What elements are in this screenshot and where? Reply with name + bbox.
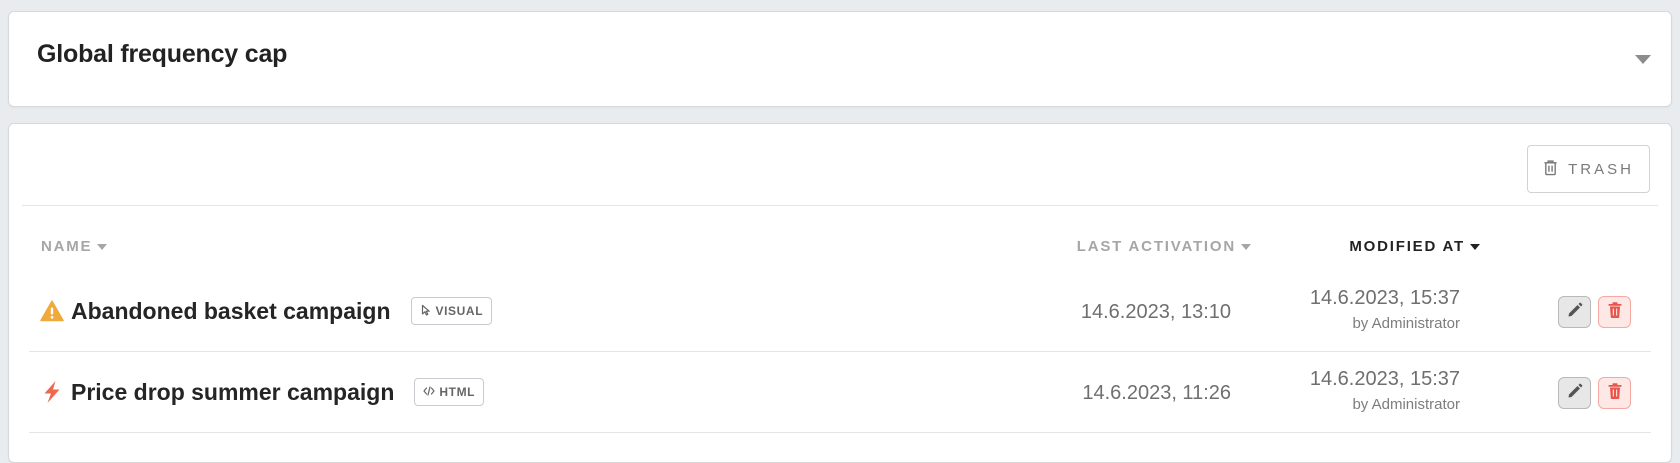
modified-at-cell: 14.6.2023, 15:37 by Administrator bbox=[1310, 368, 1460, 413]
toolbar-divider bbox=[22, 205, 1658, 206]
code-icon bbox=[423, 385, 435, 400]
trash-icon bbox=[1606, 301, 1624, 324]
trash-icon bbox=[1543, 159, 1558, 180]
cursor-icon bbox=[420, 304, 432, 319]
trash-icon bbox=[1606, 382, 1624, 405]
caret-down-icon bbox=[1470, 243, 1480, 250]
column-header-label: MODIFIED AT bbox=[1349, 238, 1465, 255]
row-name-cell: Price drop summer campaign HTML bbox=[40, 378, 485, 406]
edit-button[interactable] bbox=[1558, 377, 1591, 409]
last-activation-value: 14.6.2023, 11:26 bbox=[1082, 382, 1231, 404]
warning-icon bbox=[40, 299, 64, 323]
trash-button[interactable]: TRASH bbox=[1527, 145, 1650, 193]
column-header-label: NAME bbox=[41, 238, 93, 255]
column-header-name[interactable]: NAME bbox=[41, 238, 108, 255]
frequency-cap-panel[interactable]: Global frequency cap bbox=[8, 11, 1672, 107]
table-row[interactable]: Abandoned basket campaign VISUAL 14.6.20… bbox=[29, 271, 1651, 352]
lightning-icon bbox=[40, 380, 64, 404]
delete-button[interactable] bbox=[1598, 296, 1631, 328]
column-header-modified-at[interactable]: MODIFIED AT bbox=[1349, 238, 1480, 255]
campaign-type-badge: VISUAL bbox=[410, 297, 493, 325]
campaign-name-link[interactable]: Abandoned basket campaign bbox=[71, 298, 391, 325]
column-header-label: LAST ACTIVATION bbox=[1076, 238, 1236, 255]
caret-down-icon bbox=[1241, 243, 1251, 250]
trash-button-label: TRASH bbox=[1568, 160, 1634, 178]
campaign-type-label: VISUAL bbox=[435, 304, 484, 318]
pencil-icon bbox=[1566, 382, 1584, 405]
campaign-type-label: HTML bbox=[439, 385, 476, 399]
caret-down-icon bbox=[97, 243, 108, 250]
modified-by: by Administrator bbox=[1352, 315, 1460, 332]
modified-by: by Administrator bbox=[1352, 396, 1460, 413]
campaign-name-link[interactable]: Price drop summer campaign bbox=[71, 379, 394, 406]
last-activation-value: 14.6.2023, 13:10 bbox=[1080, 301, 1231, 323]
campaigns-card: TRASH NAME LAST ACTIVATION MODIFIED AT A… bbox=[8, 123, 1672, 463]
row-name-cell: Abandoned basket campaign VISUAL bbox=[40, 297, 493, 325]
modified-at-date: 14.6.2023, 15:37 bbox=[1309, 368, 1460, 390]
pencil-icon bbox=[1566, 301, 1584, 324]
panel-title: Global frequency cap bbox=[37, 40, 288, 68]
delete-button[interactable] bbox=[1598, 377, 1631, 409]
column-header-last-activation[interactable]: LAST ACTIVATION bbox=[1077, 238, 1251, 255]
campaign-type-badge: HTML bbox=[414, 378, 485, 406]
table-row[interactable]: Price drop summer campaign HTML 14.6.202… bbox=[29, 352, 1651, 433]
modified-at-cell: 14.6.2023, 15:37 by Administrator bbox=[1310, 287, 1460, 332]
modified-at-date: 14.6.2023, 15:37 bbox=[1309, 287, 1460, 309]
edit-button[interactable] bbox=[1558, 296, 1591, 328]
caret-down-icon[interactable] bbox=[1635, 55, 1651, 64]
row-divider bbox=[29, 432, 1651, 433]
